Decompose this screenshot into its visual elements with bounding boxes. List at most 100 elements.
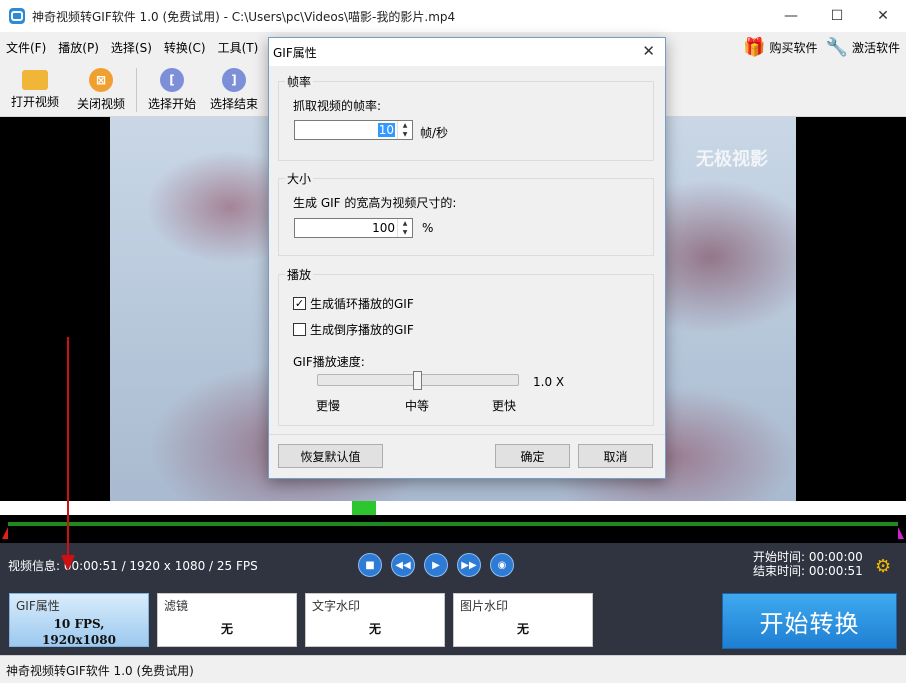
- close-video-label: 关闭视频: [76, 96, 125, 111]
- gif-size: 1920x1080: [42, 633, 116, 647]
- reset-defaults-button[interactable]: 恢复默认值: [278, 444, 383, 468]
- spin-up-icon[interactable]: ▲: [398, 219, 412, 228]
- speed-mid-label: 中等: [405, 399, 430, 413]
- gif-panel-title: GIF属性: [16, 599, 60, 613]
- filter-panel[interactable]: 滤镜 无: [157, 593, 297, 647]
- image-watermark-value: 无: [516, 622, 529, 636]
- playhead-marker[interactable]: [352, 501, 376, 515]
- stop-icon: ■: [365, 559, 375, 571]
- menu-select[interactable]: 选择(S): [105, 39, 158, 56]
- end-time: 结束时间: 00:00:51: [753, 564, 863, 578]
- size-unit: %: [422, 221, 434, 235]
- stop-button[interactable]: ■: [358, 553, 382, 577]
- size-spinner[interactable]: 100 ▲ ▼: [294, 218, 413, 238]
- menu-file[interactable]: 文件(F): [0, 39, 52, 56]
- size-label: 生成 GIF 的宽高为视频尺寸的:: [293, 196, 457, 210]
- app-icon: [9, 8, 25, 24]
- select-end-button[interactable]: ] 选择结束: [203, 62, 265, 117]
- reverse-checkbox-box[interactable]: [293, 323, 306, 336]
- activate-software-label: 激活软件: [851, 40, 900, 55]
- size-group: [278, 178, 654, 256]
- camera-icon: ◉: [497, 559, 507, 571]
- filter-panel-value: 无: [220, 622, 233, 636]
- timeline-track[interactable]: [0, 501, 906, 515]
- open-video-button[interactable]: 打开视频: [0, 62, 70, 117]
- dialog-title: GIF属性: [273, 46, 317, 60]
- range-start-handle[interactable]: [2, 527, 8, 539]
- start-convert-button[interactable]: 开始转换: [722, 593, 897, 649]
- frame-rate-arrows[interactable]: ▲ ▼: [397, 121, 412, 139]
- select-start-button[interactable]: [ 选择开始: [141, 62, 203, 117]
- spin-down-icon[interactable]: ▼: [398, 130, 412, 139]
- select-end-icon: ]: [222, 67, 246, 92]
- timeline[interactable]: [0, 501, 906, 543]
- key-icon: 🔧: [825, 36, 848, 58]
- close-window-button[interactable]: ✕: [860, 0, 906, 32]
- gift-icon: 🎁: [743, 36, 766, 58]
- video-watermark: 无极视影: [696, 149, 768, 170]
- menu-tools[interactable]: 工具(T): [212, 39, 265, 56]
- size-value: 100: [372, 221, 395, 235]
- frame-rate-group-label: 帧率: [285, 73, 314, 90]
- rewind-icon: ◀◀: [395, 559, 411, 571]
- frame-rate-value: 10: [377, 123, 395, 137]
- dialog-title-bar: GIF属性 ✕: [269, 38, 665, 66]
- window-title: 神奇视频转GIF软件 1.0 (免费试用) - C:\Users\pc\Vide…: [32, 9, 456, 24]
- menu-play[interactable]: 播放(P): [52, 39, 105, 56]
- frame-rate-unit: 帧/秒: [420, 126, 449, 140]
- speed-slider-thumb[interactable]: [413, 371, 422, 390]
- rewind-button[interactable]: ◀◀: [391, 553, 415, 577]
- maximize-button[interactable]: ☐: [814, 0, 860, 32]
- select-end-label: 选择结束: [209, 96, 258, 111]
- playback-group-label: 播放: [285, 266, 314, 283]
- menu-convert[interactable]: 转换(C): [158, 39, 212, 56]
- gif-properties-dialog: GIF属性 ✕ 帧率 抓取视频的帧率: 10 ▲ ▼ 帧/秒 大小 生成 GIF…: [268, 37, 666, 479]
- buy-software-button[interactable]: 🎁 购买软件: [743, 37, 817, 58]
- speed-slow-label: 更慢: [316, 399, 341, 413]
- selection-range-bar: [8, 522, 898, 526]
- spin-down-icon[interactable]: ▼: [398, 228, 412, 237]
- gif-panel-value: 10 FPS, 1920x1080: [10, 616, 148, 648]
- forward-icon: ▶▶: [461, 559, 477, 571]
- play-button[interactable]: ▶: [424, 553, 448, 577]
- dialog-separator: [269, 434, 665, 435]
- close-video-button[interactable]: ⊠ 关闭视频: [70, 62, 132, 117]
- select-start-label: 选择开始: [147, 96, 196, 111]
- text-watermark-value: 无: [368, 622, 381, 636]
- loop-checkbox-box[interactable]: ✓: [293, 297, 306, 310]
- menu-right: 🎁 购买软件 🔧 激活软件: [743, 32, 900, 62]
- cancel-button[interactable]: 取消: [578, 444, 653, 468]
- text-watermark-panel[interactable]: 文字水印 无: [305, 593, 445, 647]
- play-icon: ▶: [432, 559, 440, 571]
- image-watermark-title: 图片水印: [460, 599, 509, 613]
- annotation-arrow-head: [61, 555, 75, 571]
- size-group-label: 大小: [285, 170, 314, 187]
- reverse-checkbox[interactable]: 生成倒序播放的GIF: [293, 321, 414, 338]
- video-info: 视频信息: 00:00:51 / 1920 x 1080 / 25 FPS: [8, 559, 258, 573]
- forward-button[interactable]: ▶▶: [457, 553, 481, 577]
- loop-checkbox[interactable]: ✓ 生成循环播放的GIF: [293, 295, 414, 312]
- window-controls: — ☐ ✕: [768, 0, 906, 32]
- ok-button[interactable]: 确定: [495, 444, 570, 468]
- frame-rate-label: 抓取视频的帧率:: [293, 99, 382, 113]
- snapshot-button[interactable]: ◉: [490, 553, 514, 577]
- gif-properties-panel[interactable]: GIF属性 10 FPS, 1920x1080: [9, 593, 149, 647]
- close-video-icon: ⊠: [89, 67, 113, 92]
- image-watermark-panel[interactable]: 图片水印 无: [453, 593, 593, 647]
- spin-up-icon[interactable]: ▲: [398, 121, 412, 130]
- reverse-checkbox-label: 生成倒序播放的GIF: [310, 323, 414, 337]
- status-bar: 神奇视频转GIF软件 1.0 (免费试用): [0, 655, 906, 683]
- player-controls: ■ ◀◀ ▶ ▶▶ ◉: [358, 553, 514, 577]
- frame-rate-spinner[interactable]: 10 ▲ ▼: [294, 120, 413, 140]
- minimize-button[interactable]: —: [768, 0, 814, 32]
- speed-value: 1.0 X: [533, 375, 565, 389]
- toolbar-separator: [136, 68, 137, 112]
- text-watermark-title: 文字水印: [312, 599, 361, 613]
- dialog-close-icon[interactable]: ✕: [642, 42, 655, 60]
- size-arrows[interactable]: ▲ ▼: [397, 219, 412, 237]
- gear-icon[interactable]: ⚙: [875, 556, 891, 577]
- range-end-handle[interactable]: [898, 527, 904, 539]
- select-start-icon: [: [160, 67, 184, 92]
- activate-software-button[interactable]: 🔧 激活软件: [826, 37, 900, 58]
- start-time: 开始时间: 00:00:00: [753, 550, 863, 564]
